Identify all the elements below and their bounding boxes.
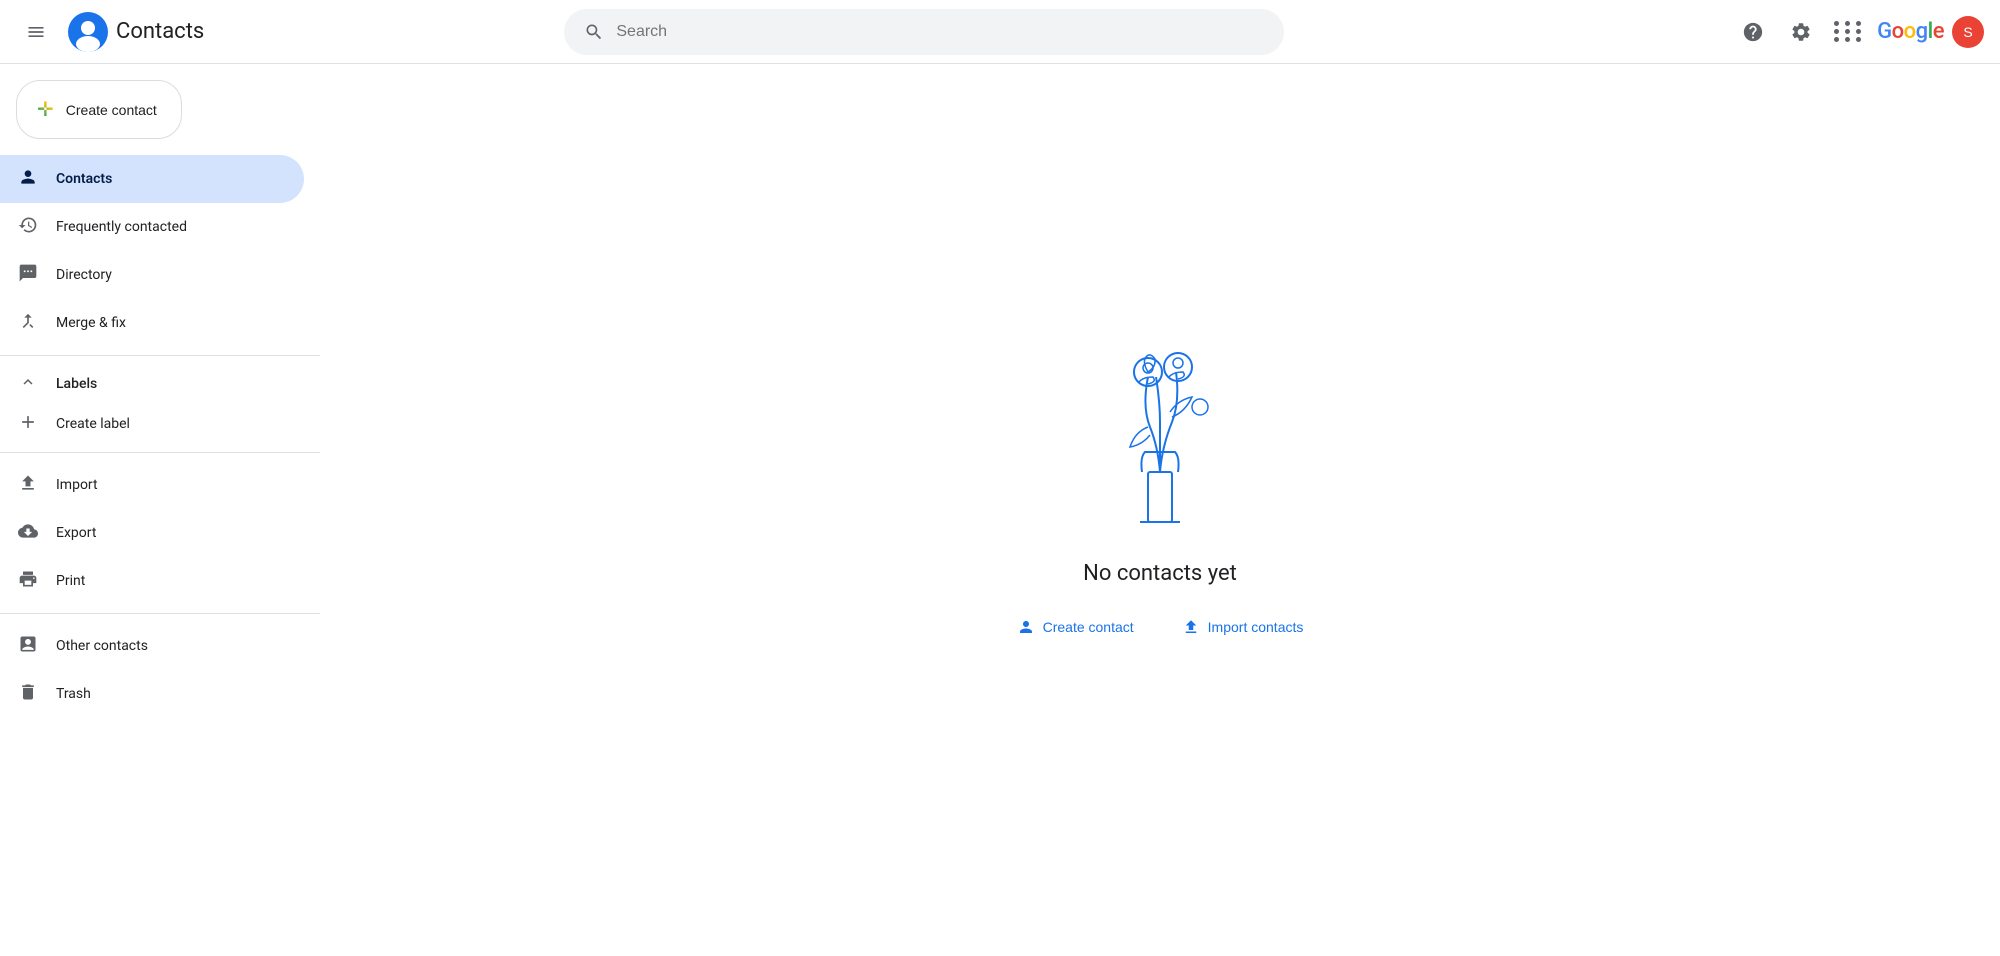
- export-label: Export: [56, 525, 96, 541]
- main-content: No contacts yet Create contact Import co…: [320, 64, 2000, 956]
- empty-actions: Create contact Import contacts: [1005, 610, 1316, 644]
- gear-icon: [1790, 21, 1812, 43]
- empty-illustration: [1060, 317, 1260, 537]
- directory-label: Directory: [56, 267, 112, 283]
- directory-icon: [16, 263, 40, 288]
- labels-header-label: Labels: [56, 376, 97, 392]
- header: Contacts Goog: [0, 0, 2000, 64]
- sidebar-item-merge-fix[interactable]: Merge & fix: [0, 299, 304, 347]
- chevron-up-icon: [16, 373, 40, 395]
- contacts-icon: [16, 167, 40, 192]
- print-label: Print: [56, 573, 85, 589]
- create-contact-label: Create contact: [66, 102, 157, 118]
- app-logo[interactable]: Contacts: [68, 12, 204, 52]
- divider-3: [0, 613, 320, 614]
- sidebar-item-export[interactable]: Export: [0, 509, 304, 557]
- search-bar: [564, 9, 1284, 55]
- hamburger-icon: [26, 22, 46, 42]
- history-icon: [16, 215, 40, 240]
- contacts-nav-label: Contacts: [56, 171, 112, 187]
- grid-dots-icon: [1834, 21, 1864, 42]
- sidebar-item-trash[interactable]: Trash: [0, 670, 304, 718]
- divider-2: [0, 452, 320, 453]
- sidebar-item-print[interactable]: Print: [0, 557, 304, 605]
- merge-fix-label: Merge & fix: [56, 315, 126, 331]
- print-icon: [16, 569, 40, 594]
- help-icon: [1742, 21, 1764, 43]
- settings-button[interactable]: [1781, 12, 1821, 52]
- header-left: Contacts: [16, 12, 336, 52]
- contacts-logo-icon: [68, 12, 108, 52]
- create-contact-link-icon: [1017, 618, 1035, 636]
- sidebar: ✛ Create contact Contacts Frequently con…: [0, 64, 320, 956]
- create-label-label: Create label: [56, 416, 130, 432]
- user-avatar[interactable]: S: [1952, 16, 1984, 48]
- plus-icon: ✛: [37, 97, 54, 122]
- labels-section-header: Labels: [0, 364, 320, 404]
- empty-title: No contacts yet: [1083, 561, 1237, 586]
- create-contact-link-label: Create contact: [1043, 619, 1134, 635]
- trash-icon: [16, 682, 40, 707]
- import-contacts-link-label: Import contacts: [1208, 619, 1304, 635]
- sidebar-item-other-contacts[interactable]: Other contacts: [0, 622, 304, 670]
- search-input[interactable]: [616, 23, 1264, 41]
- create-contact-button[interactable]: ✛ Create contact: [16, 80, 182, 139]
- empty-state: No contacts yet Create contact Import co…: [1005, 317, 1316, 644]
- search-icon: [584, 22, 604, 42]
- search-bar-inner: [564, 9, 1284, 55]
- divider-1: [0, 355, 320, 356]
- add-label-icon: [16, 412, 40, 437]
- sidebar-item-frequently-contacted[interactable]: Frequently contacted: [0, 203, 304, 251]
- apps-button[interactable]: [1829, 12, 1869, 52]
- create-contact-link[interactable]: Create contact: [1005, 610, 1146, 644]
- import-contacts-link[interactable]: Import contacts: [1170, 610, 1316, 644]
- import-icon: [16, 473, 40, 498]
- other-contacts-icon: [16, 634, 40, 659]
- frequently-contacted-label: Frequently contacted: [56, 219, 187, 235]
- other-contacts-label: Other contacts: [56, 638, 148, 654]
- trash-label: Trash: [56, 686, 91, 702]
- google-wordmark: Google: [1877, 19, 1944, 44]
- sidebar-item-contacts[interactable]: Contacts: [0, 155, 304, 203]
- sidebar-item-directory[interactable]: Directory: [0, 251, 304, 299]
- import-label: Import: [56, 477, 98, 493]
- import-contacts-link-icon: [1182, 618, 1200, 636]
- help-button[interactable]: [1733, 12, 1773, 52]
- merge-icon: [16, 311, 40, 336]
- app-name: Contacts: [116, 19, 204, 44]
- layout: ✛ Create contact Contacts Frequently con…: [0, 64, 2000, 956]
- header-right: Google S: [1733, 12, 1984, 52]
- create-label-item[interactable]: Create label: [0, 404, 304, 444]
- menu-button[interactable]: [16, 12, 56, 52]
- export-icon: [16, 521, 40, 546]
- sidebar-item-import[interactable]: Import: [0, 461, 304, 509]
